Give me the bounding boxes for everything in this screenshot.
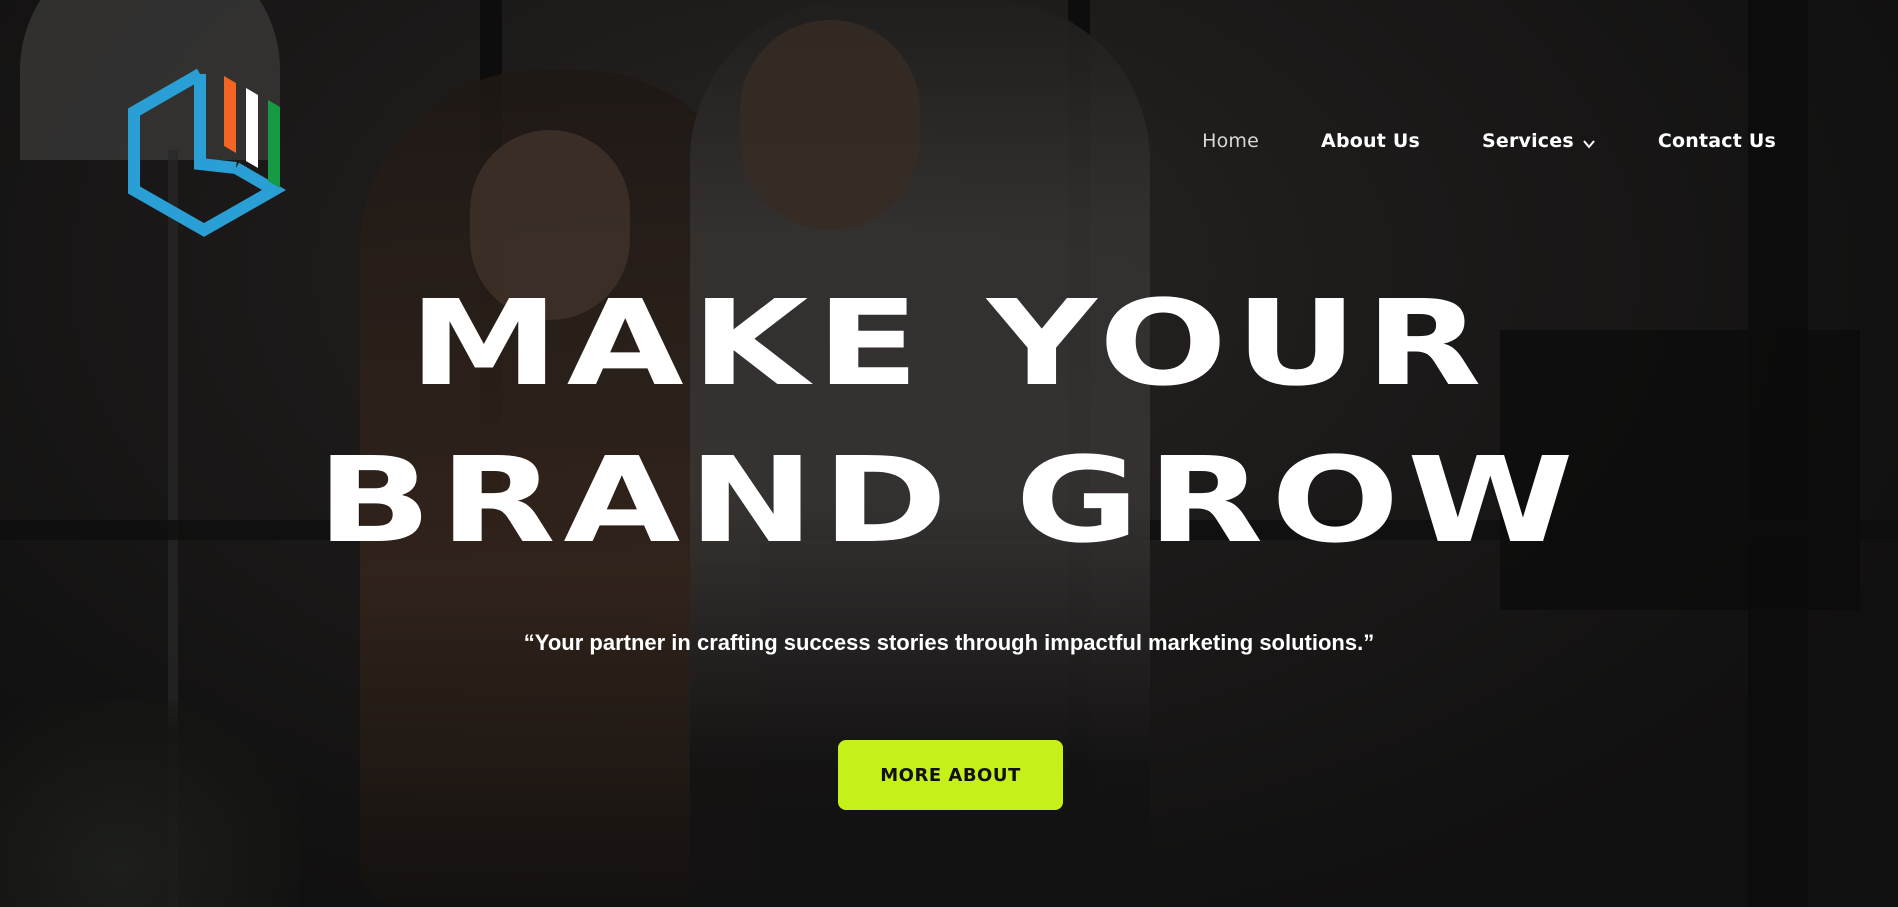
hero-headline-line1: MAKE YOUR	[408, 274, 1490, 412]
nav-item-label: Services	[1481, 130, 1574, 152]
hero-section: Home About Us Services Contact Us MAKE Y…	[0, 0, 1898, 907]
nav-item-label: Home	[1202, 130, 1260, 152]
chevron-down-icon[interactable]	[1582, 134, 1596, 149]
nav-item-label: About Us	[1321, 130, 1420, 152]
nav-item-about-us[interactable]: About Us	[1321, 130, 1420, 152]
hero-subtitle: “Your partner in crafting success storie…	[523, 630, 1375, 655]
nav-item-home[interactable]: Home	[1202, 130, 1259, 152]
nav-item-services[interactable]: Services	[1482, 130, 1596, 152]
hexagon-bars-logo-icon[interactable]	[124, 68, 294, 254]
main-navigation: Home About Us Services Contact Us	[1202, 130, 1776, 152]
more-about-button[interactable]: MORE ABOUT	[838, 740, 1063, 810]
nav-item-contact-us[interactable]: Contact Us	[1658, 130, 1776, 152]
hero-headline-line2: BRAND GROW	[316, 431, 1582, 569]
nav-item-label: Contact Us	[1657, 130, 1776, 152]
